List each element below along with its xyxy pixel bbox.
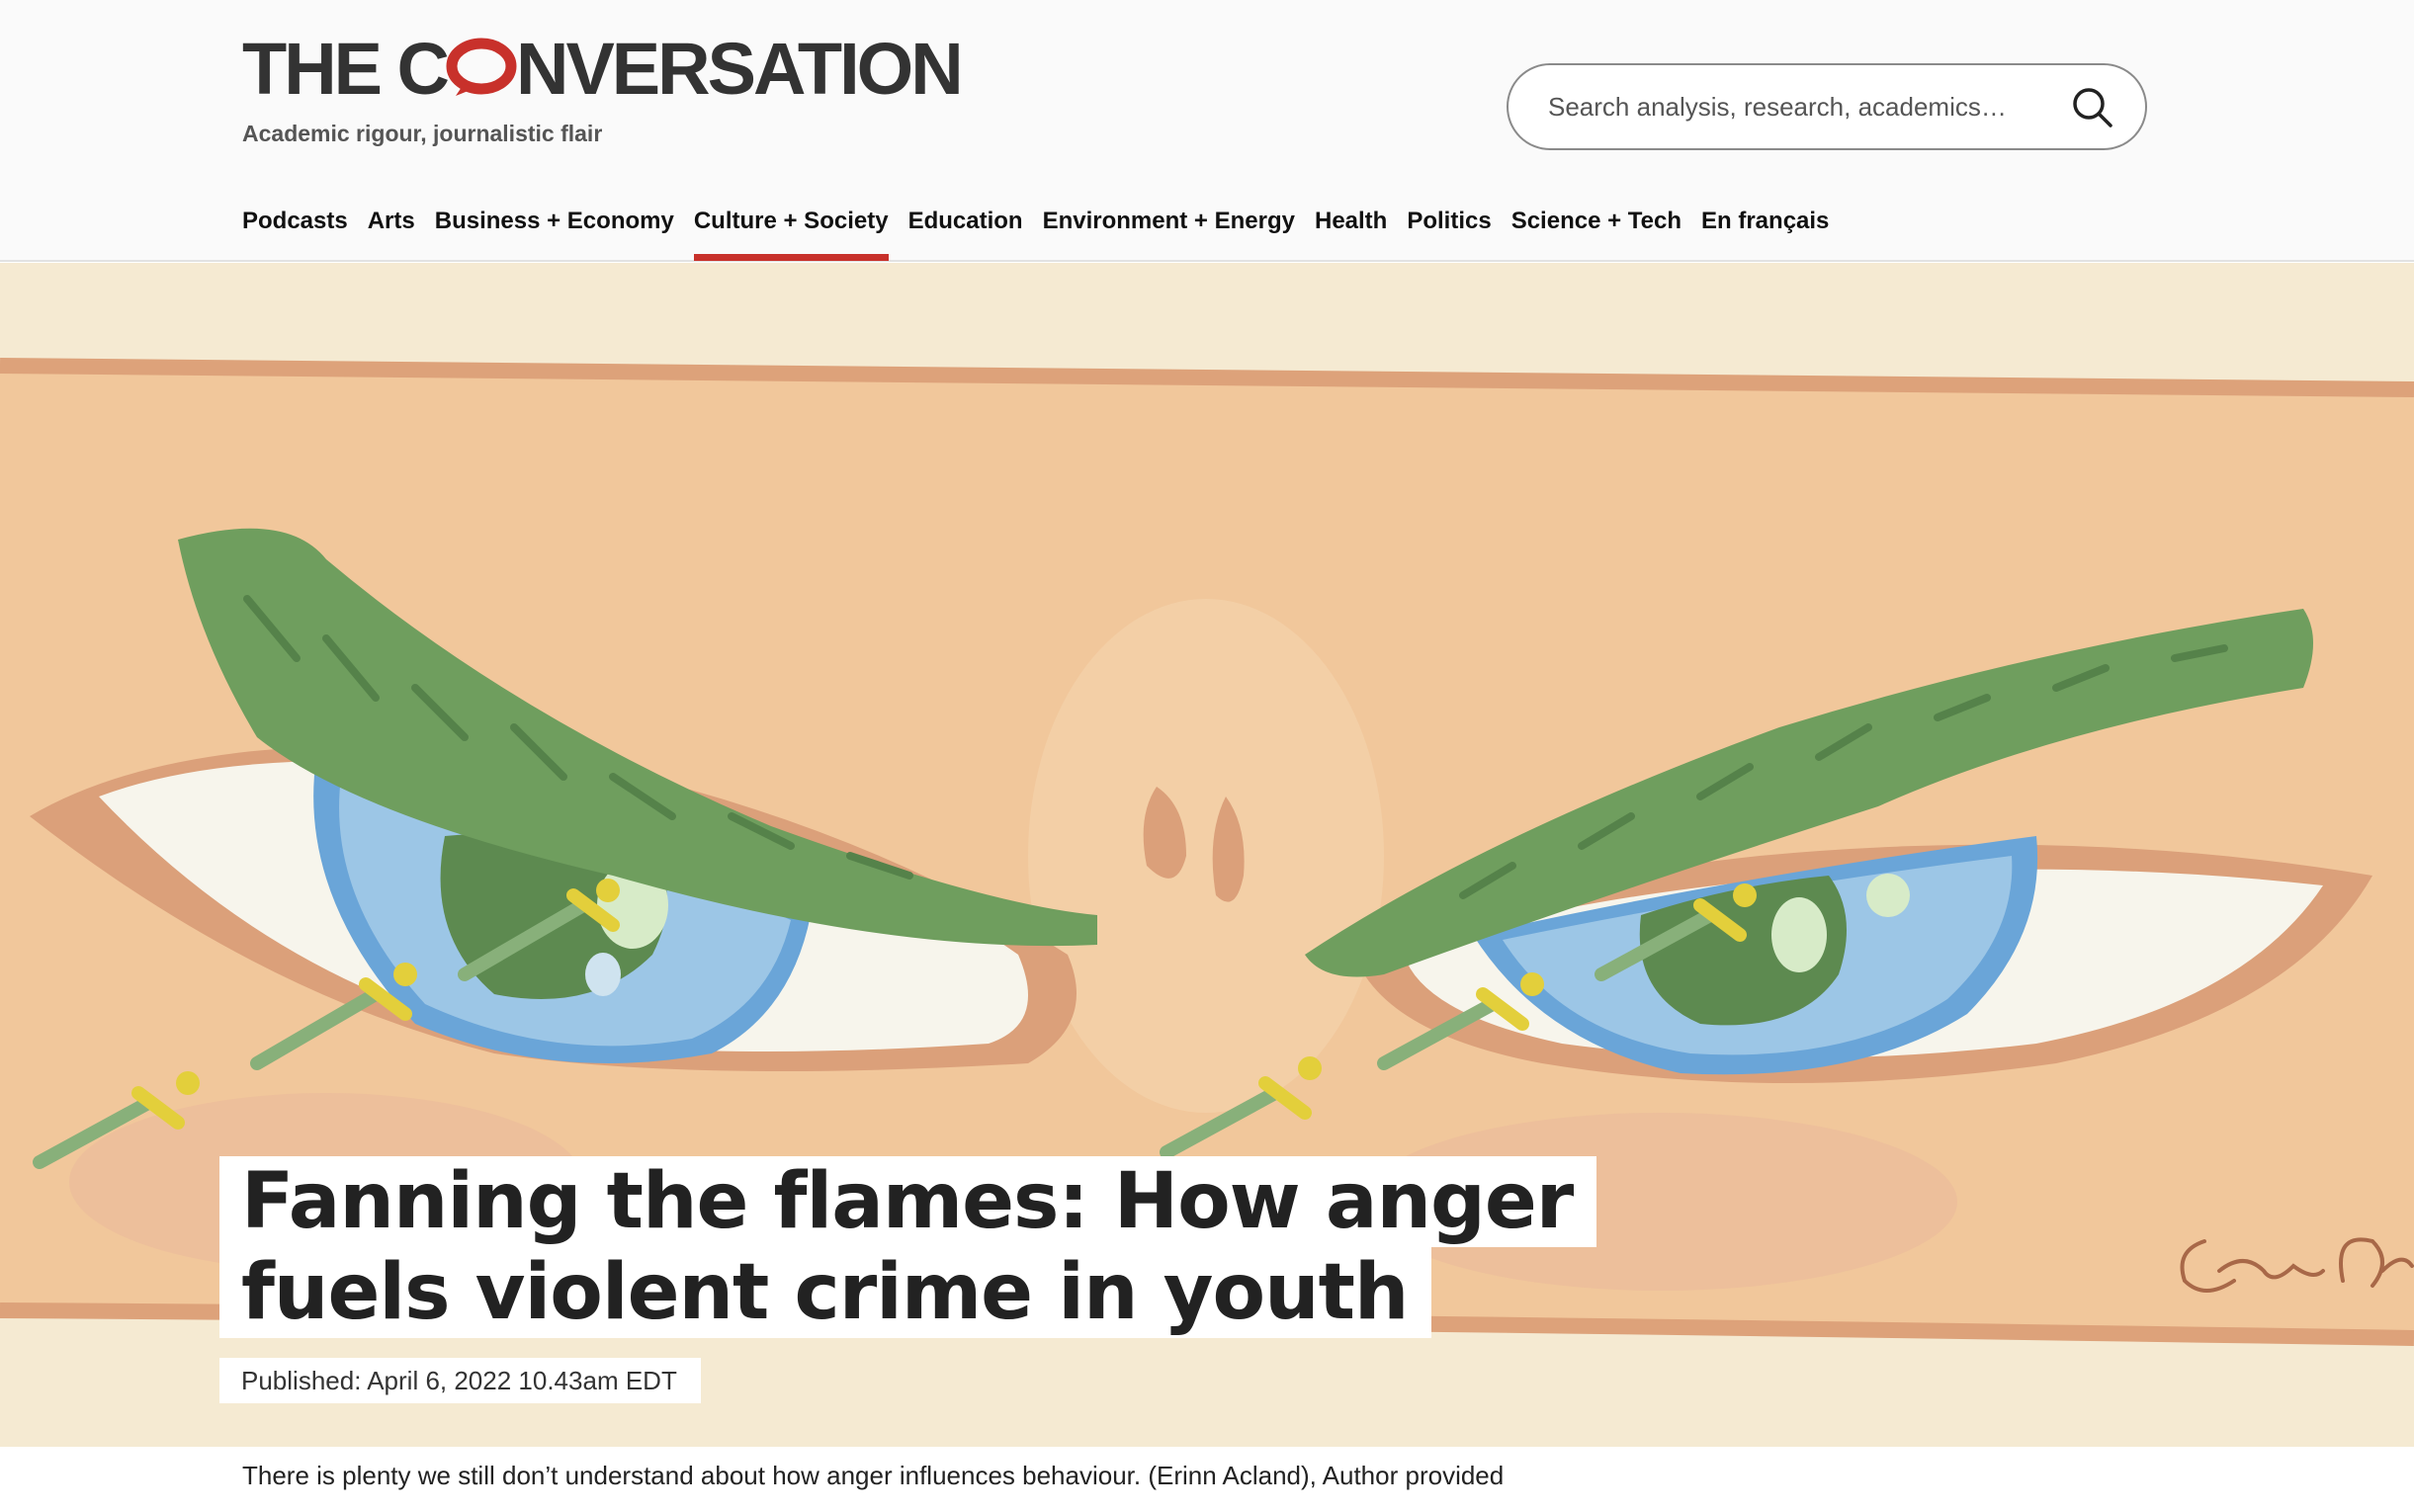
published-date: Published: April 6, 2022 10.43am EDT	[219, 1358, 701, 1403]
nav-item-health[interactable]: Health	[1315, 198, 1387, 261]
nav-item-en-francais[interactable]: En français	[1701, 198, 1829, 261]
headline-line-2: fuels violent crime in youth	[219, 1247, 1432, 1338]
site-tagline: Academic rigour, journalistic flair	[242, 121, 603, 146]
site-logo[interactable]: THE C NVERSATION	[242, 28, 964, 110]
nav-item-podcasts[interactable]: Podcasts	[242, 198, 348, 261]
nav-item-science-tech[interactable]: Science + Tech	[1511, 198, 1681, 261]
site-header: THE C NVERSATION Academic rigour, journal…	[0, 0, 2414, 262]
image-caption: There is plenty we still don’t understan…	[242, 1461, 1505, 1490]
nav-item-politics[interactable]: Politics	[1407, 198, 1491, 261]
hero-image: Fanning the flames: How anger fuels viol…	[0, 263, 2414, 1447]
search-box[interactable]	[1507, 63, 2147, 150]
nav-item-culture-society[interactable]: Culture + Society	[693, 198, 889, 261]
nav-item-environment-energy[interactable]: Environment + Energy	[1043, 198, 1295, 261]
search-icon[interactable]	[2070, 85, 2115, 130]
nav-item-business-economy[interactable]: Business + Economy	[435, 198, 674, 261]
nav-item-arts[interactable]: Arts	[368, 198, 415, 261]
section-nav: Podcasts Arts Business + Economy Culture…	[242, 198, 1849, 261]
logo-wordmark: THE C NVERSATION	[242, 28, 964, 110]
article-headline: Fanning the flames: How anger fuels viol…	[219, 1156, 1597, 1338]
speech-bubble-icon	[446, 37, 517, 98]
headline-line-1: Fanning the flames: How anger	[219, 1156, 1597, 1247]
search-input[interactable]	[1548, 91, 2042, 123]
nav-item-education[interactable]: Education	[908, 198, 1023, 261]
